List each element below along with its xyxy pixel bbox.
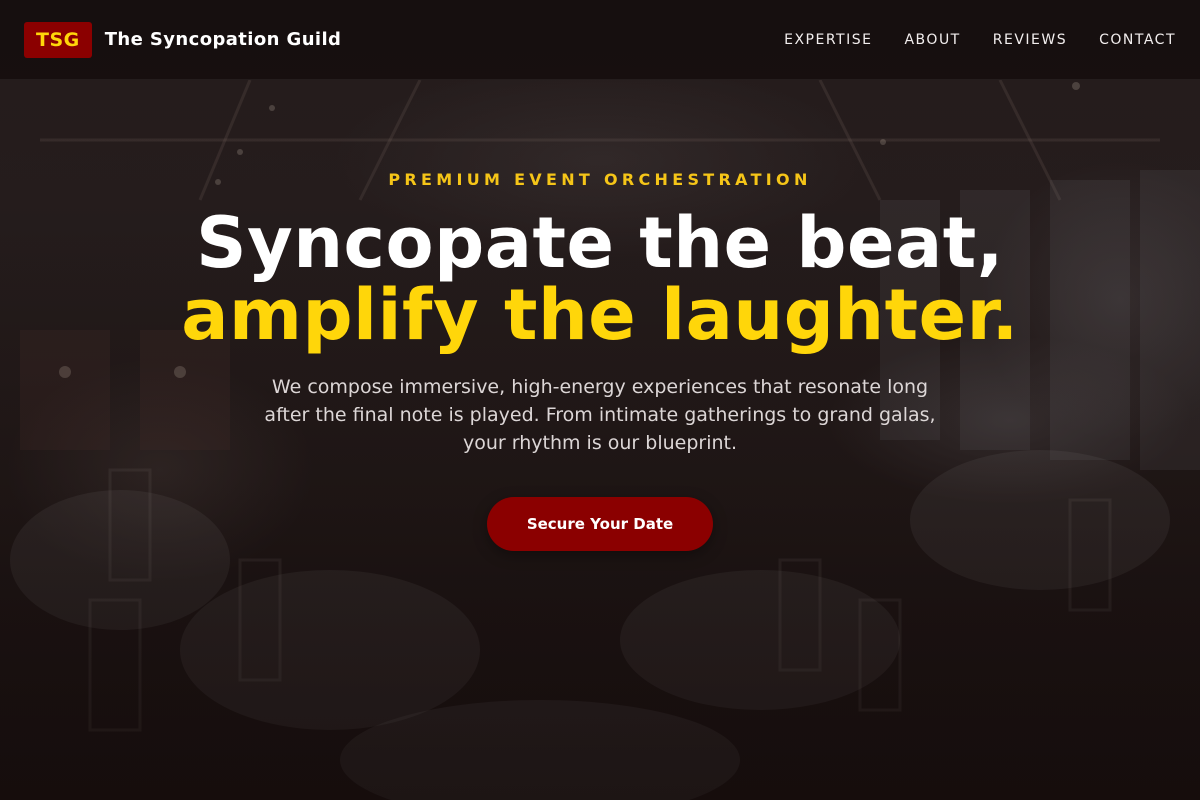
- nav-link-contact[interactable]: CONTACT: [1099, 32, 1176, 48]
- hero-section: PREMIUM EVENT ORCHESTRATION Syncopate th…: [0, 170, 1200, 551]
- nav-link-reviews[interactable]: REVIEWS: [993, 32, 1067, 48]
- brand-name: The Syncopation Guild: [104, 29, 342, 50]
- nav-link-expertise[interactable]: EXPERTISE: [784, 32, 872, 48]
- landing-page: TSG The Syncopation Guild EXPERTISE ABOU…: [0, 0, 1200, 800]
- hero-headline-accent: amplify the laughter.: [181, 274, 1019, 356]
- brand-logo: TSG: [24, 21, 92, 58]
- main-nav: EXPERTISE ABOUT REVIEWS CONTACT: [784, 32, 1176, 48]
- hero-description: We compose immersive, high-energy experi…: [264, 376, 936, 454]
- hero-headline: Syncopate the beat, amplify the laughter…: [150, 207, 1050, 351]
- nav-link-about[interactable]: ABOUT: [904, 32, 960, 48]
- secure-date-button[interactable]: Secure Your Date: [486, 497, 714, 551]
- hero-headline-primary: Syncopate the beat,: [196, 202, 1004, 284]
- top-navbar: TSG The Syncopation Guild EXPERTISE ABOU…: [0, 0, 1200, 80]
- brand-home-link[interactable]: TSG The Syncopation Guild: [24, 21, 342, 58]
- hero-eyebrow: PREMIUM EVENT ORCHESTRATION: [388, 170, 812, 189]
